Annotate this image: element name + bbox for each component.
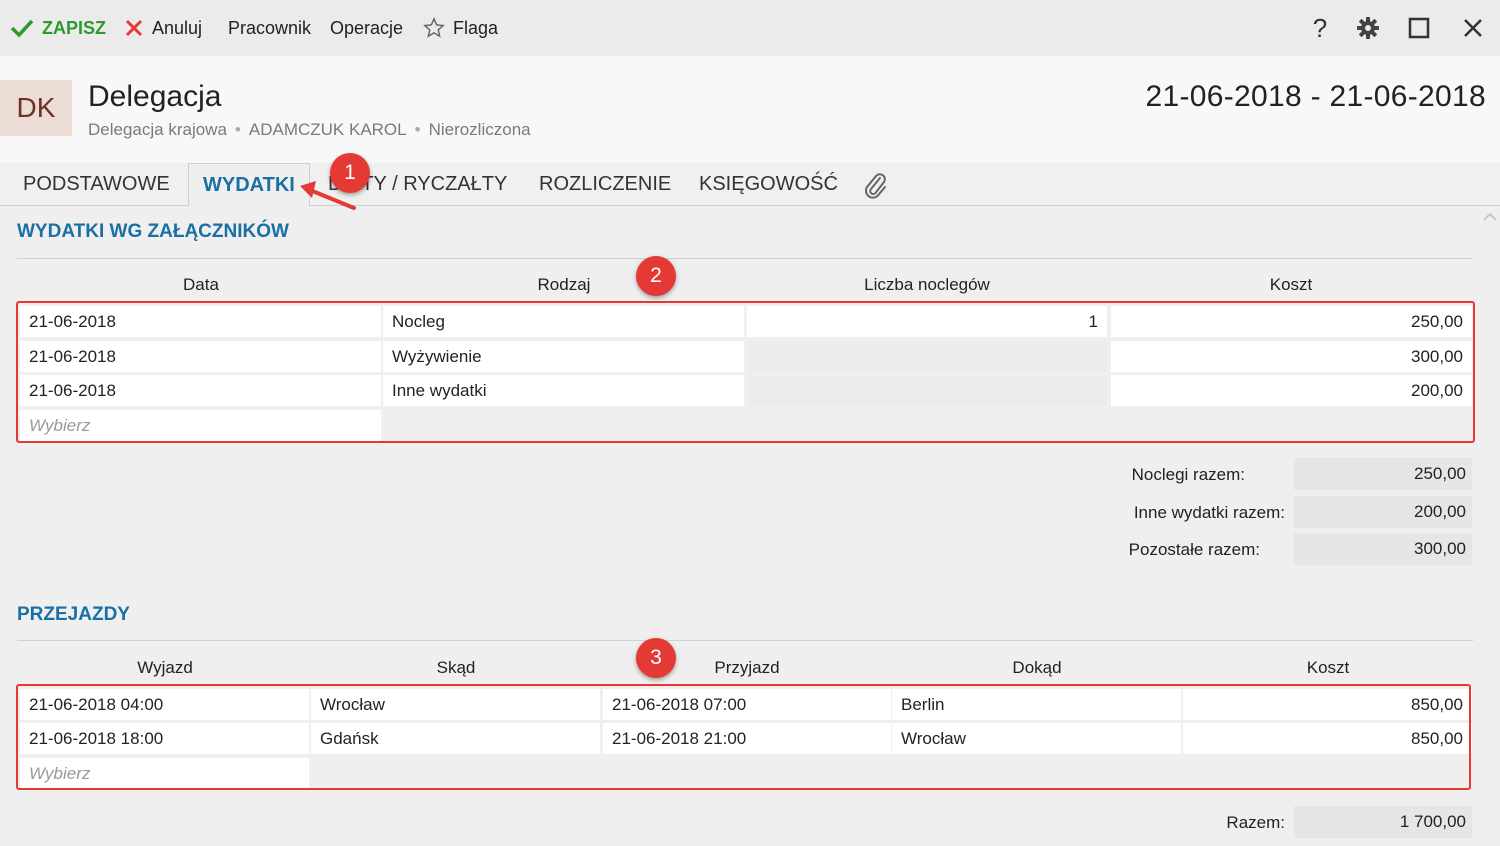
flag-label: Flaga: [453, 17, 499, 38]
tab-rozliczenie[interactable]: ROZLICZENIE: [539, 163, 671, 206]
page-title: Delegacja: [88, 80, 222, 113]
save-button[interactable]: ZAPISZ: [10, 0, 106, 56]
tab-podstawowe[interactable]: PODSTAWOWE: [23, 163, 170, 206]
annotation-badge-2: 2: [636, 256, 676, 296]
tab-wydatki[interactable]: WYDATKI: [188, 163, 310, 207]
summary-label-nights: Noclegi razem:: [1131, 465, 1245, 484]
avatar: DK: [0, 80, 72, 136]
star-icon: [423, 17, 445, 39]
scroll-up-icon[interactable]: [1482, 210, 1498, 224]
divider: [17, 258, 1473, 259]
employee-menu[interactable]: Pracownik: [228, 0, 311, 56]
expenses-section-title: WYDATKI WG ZAŁĄCZNIKÓW: [17, 221, 289, 242]
highlight-box-expenses: [16, 301, 1475, 443]
divider: [17, 640, 1473, 641]
tab-bar: PODSTAWOWE WYDATKI DIETY / RYCZAŁTY ROZL…: [0, 163, 1500, 207]
gear-icon: [1357, 17, 1379, 39]
settings-button[interactable]: [1352, 12, 1384, 44]
column-header-departure: Wyjazd: [137, 658, 193, 677]
tab-attachments[interactable]: [862, 163, 888, 206]
separator-dot: •: [414, 120, 421, 139]
help-icon: ?: [1312, 12, 1328, 43]
trips-section-title: PRZEJAZDY: [17, 604, 130, 625]
date-range: 21-06-2018 - 21-06-2018: [1145, 80, 1486, 113]
document-subtitle: Delegacja krajowa • ADAMCZUK KAROL • Nie…: [88, 120, 531, 140]
flag-button[interactable]: Flaga: [423, 0, 498, 56]
summary-value-remaining: 300,00: [1294, 533, 1472, 565]
cancel-button[interactable]: Anuluj: [124, 0, 202, 56]
cancel-label: Anuluj: [152, 17, 203, 38]
close-icon: [1464, 19, 1482, 37]
summary-value-other: 200,00: [1294, 496, 1472, 528]
document-header: DK Delegacja Delegacja krajowa • ADAMCZU…: [0, 56, 1500, 163]
annotation-badge-3: 3: [636, 638, 676, 678]
help-button[interactable]: ?: [1304, 12, 1336, 44]
summary-value-nights: 250,00: [1294, 458, 1472, 490]
employee-name: ADAMCZUK KAROL: [248, 120, 407, 139]
paperclip-icon: [864, 172, 886, 199]
separator-dot: •: [234, 120, 241, 139]
toolbar: ZAPISZ Anuluj Pracownik Operacje Flaga ?: [0, 0, 1500, 56]
employee-label: Pracownik: [228, 17, 312, 38]
annotation-arrow-icon: [300, 181, 356, 210]
tab-ksiegowosc[interactable]: KSIĘGOWOŚĆ: [699, 163, 838, 206]
column-header-from: Skąd: [436, 658, 476, 677]
highlight-box-trips: [16, 684, 1471, 790]
status-text: Nierozliczona: [428, 120, 531, 139]
operations-menu[interactable]: Operacje: [330, 0, 403, 56]
maximize-button[interactable]: [1403, 12, 1435, 44]
delegation-type: Delegacja krajowa: [88, 120, 227, 139]
column-header-trip-cost: Koszt: [1306, 658, 1350, 677]
operations-label: Operacje: [330, 17, 404, 38]
trips-total-value: 1 700,00: [1294, 806, 1472, 838]
column-header-type: Rodzaj: [537, 275, 591, 294]
summary-label-other: Inne wydatki razem:: [1133, 503, 1285, 522]
column-header-nights: Liczba noclegów: [864, 275, 990, 294]
column-header-cost: Koszt: [1269, 275, 1313, 294]
close-x-icon: [124, 18, 144, 38]
summary-label-remaining: Pozostałe razem:: [1128, 540, 1260, 559]
column-header-to: Dokąd: [1012, 658, 1062, 677]
column-header-date: Data: [183, 275, 219, 294]
close-button[interactable]: [1457, 12, 1489, 44]
save-label: ZAPISZ: [42, 17, 107, 38]
maximize-icon: [1408, 17, 1430, 39]
trips-total-label: Razem:: [1226, 813, 1285, 832]
checkmark-icon: [10, 18, 34, 38]
